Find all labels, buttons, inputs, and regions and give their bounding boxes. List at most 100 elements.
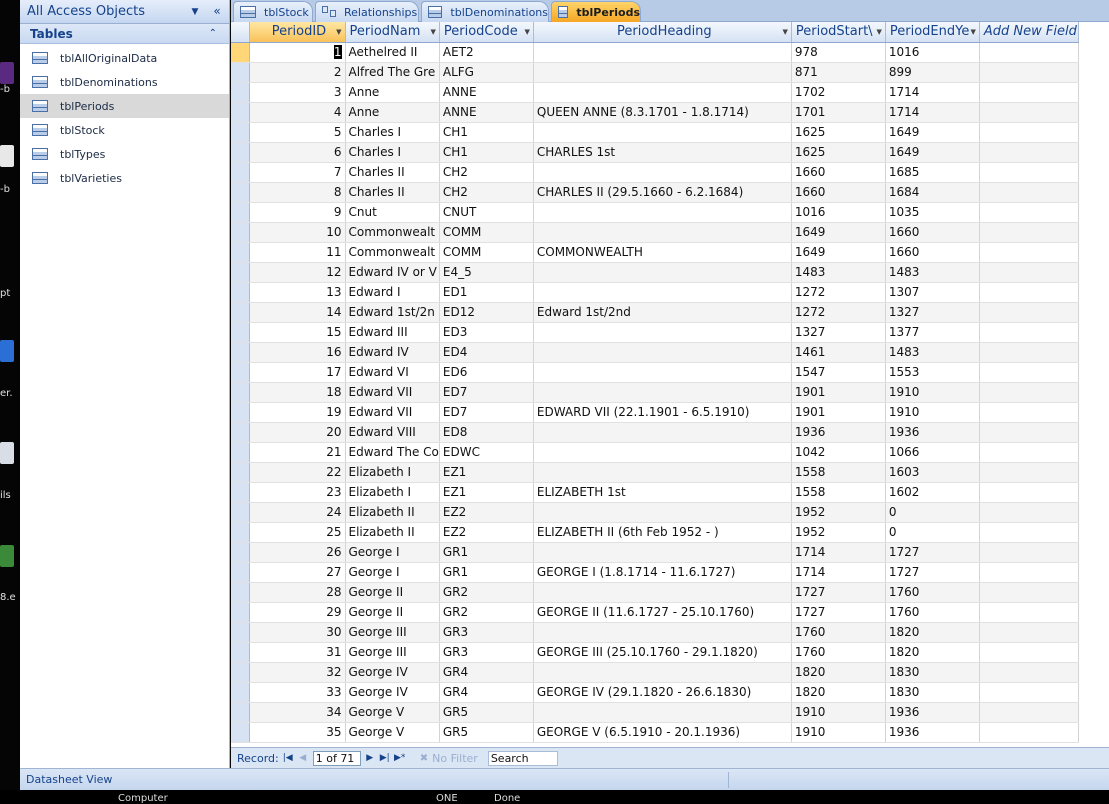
table-cell[interactable]: 1483 [885,342,980,363]
table-cell[interactable]: 20 [249,422,346,443]
table-cell[interactable]: 899 [885,62,980,83]
tab-tblperiods[interactable]: tblPeriods [551,1,641,22]
record-selector[interactable] [231,302,250,323]
table-row[interactable]: 2 Alfred The Gre ALFG 871 899 [231,62,1079,83]
table-row[interactable]: 9 Cnut CNUT 1016 1035 [231,202,1079,223]
table-cell[interactable]: 1483 [791,262,886,283]
table-cell[interactable]: 1952 [791,522,886,543]
table-cell[interactable] [533,362,792,383]
new-record-icon[interactable]: ▶* [394,753,406,763]
table-cell[interactable] [533,502,792,523]
column-header[interactable]: PeriodCode ▼ [439,22,534,43]
table-cell[interactable]: Alfred The Gre [345,62,440,83]
table-cell[interactable]: 14 [249,302,346,323]
column-header[interactable]: PeriodEndYe ▼ [885,22,980,43]
table-cell[interactable] [533,582,792,603]
table-cell[interactable]: ALFG [439,62,534,83]
table-row[interactable]: 14 Edward 1st/2n ED12 Edward 1st/2nd 1272 132… [231,302,1079,323]
record-selector[interactable] [231,282,250,303]
table-cell[interactable]: 4 [249,102,346,123]
table-cell[interactable]: Charles I [345,122,440,143]
table-cell[interactable]: ANNE [439,82,534,103]
table-cell[interactable]: George IV [345,662,440,683]
table-cell[interactable]: 1649 [885,122,980,143]
record-selector[interactable] [231,122,250,143]
current-record-field[interactable]: 1 of 71 [312,750,361,766]
table-cell[interactable] [979,262,1079,283]
table-cell[interactable]: 9 [249,202,346,223]
table-cell[interactable]: 1377 [885,322,980,343]
table-cell[interactable]: 32 [249,662,346,683]
table-cell[interactable]: 1461 [791,342,886,363]
table-cell[interactable]: 1660 [791,162,886,183]
table-cell[interactable]: 33 [249,682,346,703]
table-cell[interactable]: 13 [249,282,346,303]
table-cell[interactable]: CH2 [439,182,534,203]
table-cell[interactable]: 1830 [885,682,980,703]
table-cell[interactable]: 29 [249,602,346,623]
table-row[interactable]: 1 Aethelred II AET2 978 1016 [231,42,1079,63]
table-cell[interactable]: CH1 [439,142,534,163]
select-all-corner[interactable] [231,22,250,43]
table-cell[interactable]: Edward IV or V [345,262,440,283]
table-cell[interactable]: George IV [345,682,440,703]
table-cell[interactable]: 1714 [791,562,886,583]
table-cell[interactable]: 1558 [791,482,886,503]
desktop-file-icon[interactable] [0,442,14,464]
table-cell[interactable]: GR1 [439,562,534,583]
table-cell[interactable]: 1901 [791,402,886,423]
table-cell[interactable]: 1066 [885,442,980,463]
table-cell[interactable]: 1714 [885,102,980,123]
chevron-down-icon[interactable]: ▼ [187,4,203,20]
table-cell[interactable]: George I [345,542,440,563]
table-cell[interactable]: GR2 [439,602,534,623]
table-cell[interactable]: Anne [345,102,440,123]
table-cell[interactable]: 28 [249,582,346,603]
table-cell[interactable]: Edward III [345,322,440,343]
desktop-document-icon[interactable] [0,145,14,167]
table-cell[interactable]: EZ2 [439,522,534,543]
table-cell[interactable]: Charles II [345,162,440,183]
record-selector[interactable] [231,62,250,83]
table-cell[interactable] [979,362,1079,383]
table-cell[interactable]: Elizabeth II [345,522,440,543]
table-cell[interactable]: 27 [249,562,346,583]
table-cell[interactable]: 3 [249,82,346,103]
table-row[interactable]: 32 George IV GR4 1820 1830 [231,662,1079,683]
table-cell[interactable] [979,642,1079,663]
table-cell[interactable]: 871 [791,62,886,83]
table-cell[interactable] [533,622,792,643]
record-selector[interactable] [231,202,250,223]
table-cell[interactable]: 1483 [885,262,980,283]
table-cell[interactable]: 1272 [791,282,886,303]
table-cell[interactable] [979,222,1079,243]
table-row[interactable]: 20 Edward VIII ED8 1936 1936 [231,422,1079,443]
table-cell[interactable]: 1272 [791,302,886,323]
table-cell[interactable]: 1602 [885,482,980,503]
table-cell[interactable]: 1936 [885,422,980,443]
record-selector[interactable] [231,542,250,563]
table-row[interactable]: 29 George II GR2 GEORGE II (11.6.1727 - 25.… [231,602,1079,623]
table-cell[interactable]: COMMONWEALTH [533,242,792,263]
table-cell[interactable]: GEORGE II (11.6.1727 - 25.10.1760) [533,602,792,623]
table-cell[interactable]: 6 [249,142,346,163]
table-cell[interactable] [979,622,1079,643]
table-cell[interactable]: 1936 [885,702,980,723]
table-cell[interactable]: ED3 [439,322,534,343]
record-selector[interactable] [231,222,250,243]
table-cell[interactable]: ED8 [439,422,534,443]
table-cell[interactable]: 1547 [791,362,886,383]
table-cell[interactable]: Edward 1st/2n [345,302,440,323]
record-selector[interactable] [231,462,250,483]
record-selector[interactable] [231,582,250,603]
record-selector[interactable] [231,242,250,263]
table-cell[interactable]: 25 [249,522,346,543]
table-row[interactable]: 13 Edward I ED1 1272 1307 [231,282,1079,303]
table-cell[interactable]: 10 [249,222,346,243]
nav-pane-header[interactable]: All Access Objects ▼ « [20,0,229,24]
chevron-down-icon[interactable]: ▼ [782,28,787,36]
table-cell[interactable]: 1820 [885,622,980,643]
table-row[interactable]: 12 Edward IV or V E4_5 1483 1483 [231,262,1079,283]
table-cell[interactable]: CH1 [439,122,534,143]
table-cell[interactable]: 1660 [885,242,980,263]
